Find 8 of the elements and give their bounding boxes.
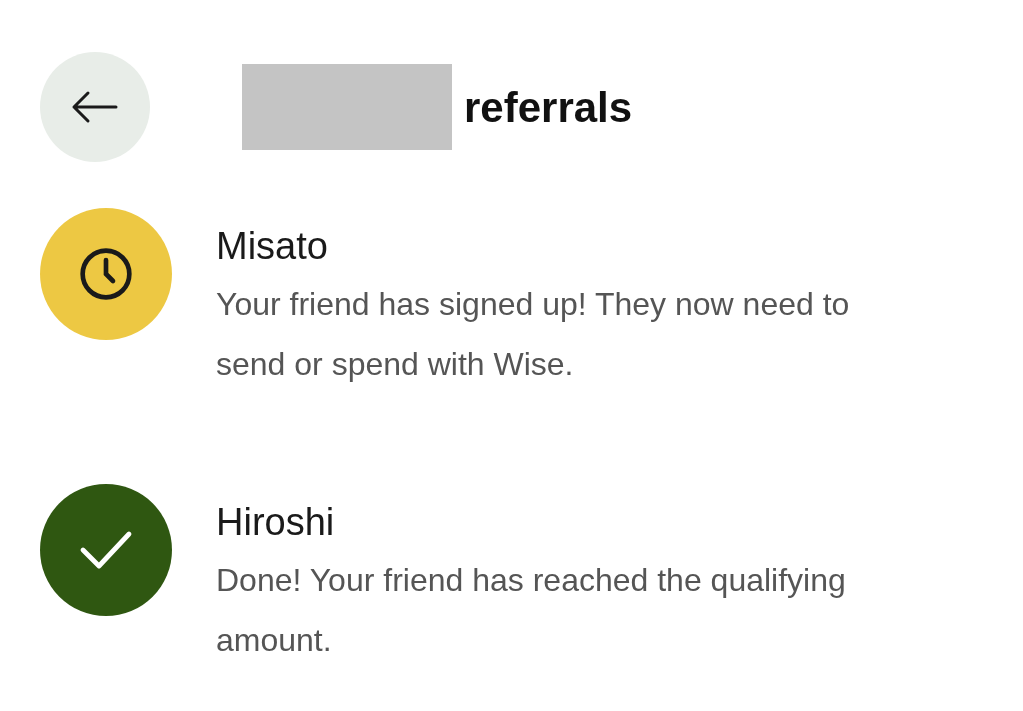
referral-status-text: Your friend has signed up! They now need to send or spend with Wise.: [216, 285, 851, 384]
clock-icon: [78, 246, 134, 302]
friend-name: Misato: [216, 224, 329, 269]
checkmark-icon: [79, 530, 133, 570]
friend-name: Hiroshi: [216, 500, 336, 545]
referral-status-text: Done! Your friend has reached the qualifying amount.: [216, 561, 847, 660]
page-title: referrals: [464, 82, 633, 133]
back-arrow-icon: [70, 89, 120, 125]
